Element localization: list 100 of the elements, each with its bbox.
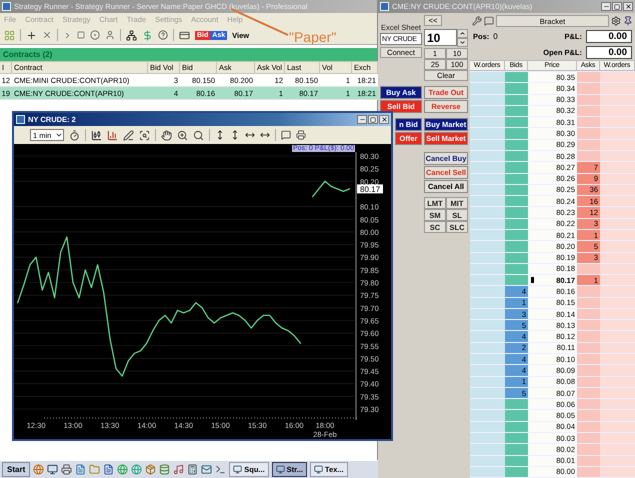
working-orders-cell[interactable] <box>600 106 635 116</box>
app-icon[interactable] <box>173 464 184 475</box>
pen-icon[interactable] <box>123 130 134 140</box>
working-orders-cell[interactable] <box>470 298 505 308</box>
working-orders-cell[interactable] <box>600 264 635 274</box>
working-orders-cell[interactable] <box>600 466 635 478</box>
dollar-icon[interactable] <box>142 30 153 40</box>
timer-icon[interactable] <box>69 130 80 140</box>
increase-button[interactable] <box>457 29 468 38</box>
working-orders-cell[interactable] <box>600 72 635 82</box>
app-icon[interactable] <box>47 464 58 475</box>
bid-cell[interactable] <box>505 422 528 432</box>
working-orders-cell[interactable] <box>470 308 505 320</box>
working-orders-cell[interactable] <box>470 83 505 94</box>
help-icon[interactable] <box>158 30 168 40</box>
working-orders-cell[interactable] <box>600 320 635 330</box>
app-icon[interactable] <box>201 464 212 475</box>
close-button[interactable] <box>379 115 389 124</box>
close-button[interactable] <box>623 2 633 11</box>
bid-cell[interactable] <box>505 83 528 94</box>
bid-cell[interactable] <box>505 218 528 229</box>
ask-cell[interactable] <box>577 298 600 308</box>
ask-cell[interactable] <box>577 286 600 297</box>
working-orders-cell[interactable] <box>470 162 505 173</box>
minimize-button[interactable] <box>357 115 367 124</box>
ask-cell[interactable] <box>577 433 600 444</box>
working-orders-cell[interactable] <box>600 456 635 466</box>
working-orders-cell[interactable] <box>470 399 505 410</box>
ask-cell[interactable] <box>577 320 600 330</box>
working-orders-cell[interactable] <box>470 174 505 184</box>
working-orders-cell[interactable] <box>470 140 505 150</box>
horizontal-arrows-icon[interactable] <box>245 130 255 140</box>
ask-cell[interactable] <box>577 342 600 354</box>
working-orders-cell[interactable] <box>470 275 505 286</box>
grid-icon[interactable] <box>4 30 15 40</box>
working-orders-cell[interactable] <box>470 388 505 398</box>
working-orders-cell[interactable] <box>600 410 635 421</box>
ask-cell[interactable] <box>577 83 600 94</box>
working-orders-cell[interactable] <box>600 252 635 263</box>
hand-icon[interactable] <box>161 130 172 140</box>
working-orders-cell[interactable] <box>470 331 505 342</box>
bid-cell[interactable] <box>505 196 528 206</box>
working-orders-cell[interactable] <box>470 456 505 466</box>
working-orders-cell[interactable] <box>470 128 505 139</box>
bid-cell[interactable] <box>505 140 528 150</box>
ask-cell[interactable] <box>577 140 600 150</box>
working-orders-cell[interactable] <box>600 422 635 432</box>
working-orders-cell[interactable] <box>470 376 505 387</box>
bid-cell[interactable] <box>505 72 528 82</box>
settings-icon[interactable] <box>611 16 621 26</box>
working-orders-cell[interactable] <box>470 150 505 162</box>
app-icon[interactable] <box>145 464 156 475</box>
working-orders-cell[interactable] <box>470 218 505 229</box>
bid-cell[interactable] <box>505 410 528 421</box>
working-orders-cell[interactable] <box>470 354 505 364</box>
working-orders-cell[interactable] <box>600 128 635 139</box>
working-orders-cell[interactable] <box>600 365 635 376</box>
ask-cell[interactable] <box>577 128 600 139</box>
bid-cell[interactable] <box>505 241 528 252</box>
working-orders-cell[interactable] <box>470 264 505 274</box>
working-orders-cell[interactable] <box>600 162 635 173</box>
ask-cell[interactable] <box>577 456 600 466</box>
vertical-arrows-icon[interactable] <box>230 130 240 140</box>
working-orders-cell[interactable] <box>600 117 635 128</box>
working-orders-cell[interactable] <box>600 241 635 252</box>
working-orders-cell[interactable] <box>470 184 505 196</box>
working-orders-cell[interactable] <box>470 106 505 116</box>
zoom-in-icon[interactable] <box>177 130 188 140</box>
working-orders-cell[interactable] <box>600 174 635 184</box>
working-orders-cell[interactable] <box>470 241 505 252</box>
play-icon[interactable] <box>63 30 72 40</box>
bid-cell[interactable] <box>505 162 528 173</box>
working-orders-cell[interactable] <box>600 286 635 297</box>
bid-cell[interactable] <box>505 150 528 162</box>
ask-cell[interactable] <box>577 466 600 478</box>
start-button[interactable]: Start <box>2 462 30 477</box>
ask-cell[interactable] <box>577 72 600 82</box>
working-orders-cell[interactable] <box>470 286 505 297</box>
maximize-button[interactable] <box>368 115 378 124</box>
quantity-field[interactable]: 10 <box>424 29 457 46</box>
working-orders-cell[interactable] <box>600 298 635 308</box>
vertical-arrows-icon[interactable] <box>215 130 225 140</box>
bid-cell[interactable] <box>505 264 528 274</box>
bid-cell[interactable] <box>505 399 528 410</box>
working-orders-cell[interactable] <box>600 230 635 240</box>
working-orders-cell[interactable] <box>470 230 505 240</box>
app-icon[interactable] <box>61 464 72 475</box>
working-orders-cell[interactable] <box>470 422 505 432</box>
ask-cell[interactable] <box>577 117 600 128</box>
candlestick-icon[interactable] <box>91 130 102 140</box>
printer-icon[interactable] <box>296 130 306 140</box>
working-orders-cell[interactable] <box>600 399 635 410</box>
stop-icon[interactable] <box>77 31 85 39</box>
working-orders-cell[interactable] <box>470 410 505 421</box>
search-icon[interactable] <box>193 130 204 140</box>
ask-cell[interactable] <box>577 388 600 398</box>
working-orders-cell[interactable] <box>470 320 505 330</box>
minimize-button[interactable] <box>601 2 611 11</box>
scan-icon[interactable] <box>139 130 150 140</box>
bid-cell[interactable] <box>505 94 528 105</box>
